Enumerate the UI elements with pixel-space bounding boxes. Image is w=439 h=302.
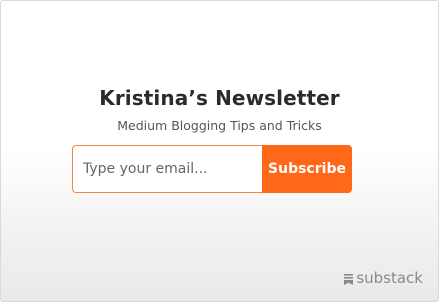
newsletter-embed: Kristina’s Newsletter Medium Blogging Ti…	[0, 0, 439, 302]
subscribe-button[interactable]: Subscribe	[262, 145, 352, 193]
substack-brand[interactable]: substack	[344, 269, 423, 287]
substack-logo-icon	[344, 273, 354, 285]
newsletter-title: Kristina’s Newsletter	[99, 86, 340, 110]
email-input[interactable]	[72, 145, 262, 193]
subscribe-form: Subscribe	[72, 145, 352, 193]
newsletter-subtitle: Medium Blogging Tips and Tricks	[117, 118, 322, 133]
substack-wordmark: substack	[356, 269, 423, 287]
